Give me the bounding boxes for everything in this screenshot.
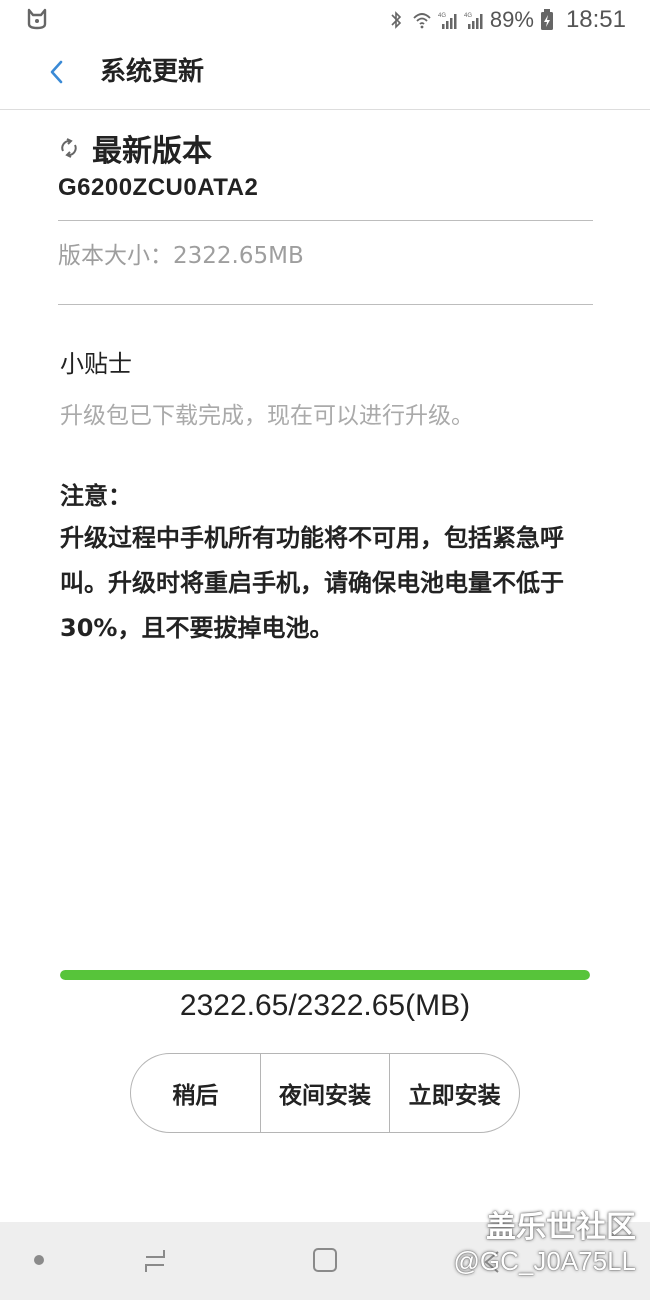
version-heading: 最新版本: [92, 134, 212, 169]
later-button[interactable]: 稍后: [131, 1054, 260, 1132]
version-header: 最新版本: [58, 128, 593, 169]
notice-text: 升级过程中手机所有功能将不可用，包括紧急呼叫。升级时将重启手机，请确保电池电量不…: [60, 524, 564, 642]
watermark-handle: @GC_J0A75LL: [453, 1246, 637, 1276]
nav-dot-icon[interactable]: [34, 1255, 44, 1265]
signal-4g-icon-2: 4G: [464, 13, 483, 29]
battery-percent: 89%: [489, 7, 534, 32]
home-icon[interactable]: [311, 1246, 339, 1274]
version-section: 最新版本 G6200ZCU0ATA2: [58, 128, 593, 202]
install-button-group: 稍后 夜间安装 立即安装: [130, 1053, 520, 1133]
divider: [58, 220, 593, 221]
notice-title: 注意：: [60, 482, 132, 510]
download-progress-text: 2322.65/2322.65(MB): [179, 989, 471, 1022]
chevron-left-icon[interactable]: [42, 54, 74, 90]
app-bar: 系统更新: [0, 40, 650, 110]
tips-title: 小贴士: [60, 350, 132, 378]
divider: [58, 304, 593, 305]
night-install-button[interactable]: 夜间安装: [259, 1054, 390, 1132]
download-progress-bar: [60, 970, 590, 980]
svg-text:4G: 4G: [438, 13, 446, 19]
svg-text:4G: 4G: [464, 13, 472, 19]
status-bar: 4G 4G 89% 18:51: [0, 0, 650, 40]
status-icons: 4G 4G 89% 18:51: [386, 4, 626, 36]
download-progress-fill: [60, 970, 590, 980]
signal-4g-icon: 4G: [438, 13, 457, 29]
battery-icon: [540, 9, 553, 30]
version-code: G6200ZCU0ATA2: [58, 174, 259, 201]
clock: 18:51: [565, 6, 626, 33]
recent-apps-icon[interactable]: [140, 1246, 170, 1276]
install-now-button[interactable]: 立即安装: [389, 1054, 519, 1132]
refresh-icon: [61, 138, 77, 158]
bluetooth-icon: [391, 11, 402, 29]
tips-text: 升级包已下载完成，现在可以进行升级。: [60, 403, 474, 429]
watermark-title: 盖乐世社区: [486, 1210, 636, 1245]
version-size: 版本大小：2322.65MB: [58, 243, 304, 269]
page-title: 系统更新: [100, 57, 205, 87]
wifi-icon: [413, 13, 431, 29]
cat-notification-icon: [27, 8, 47, 30]
